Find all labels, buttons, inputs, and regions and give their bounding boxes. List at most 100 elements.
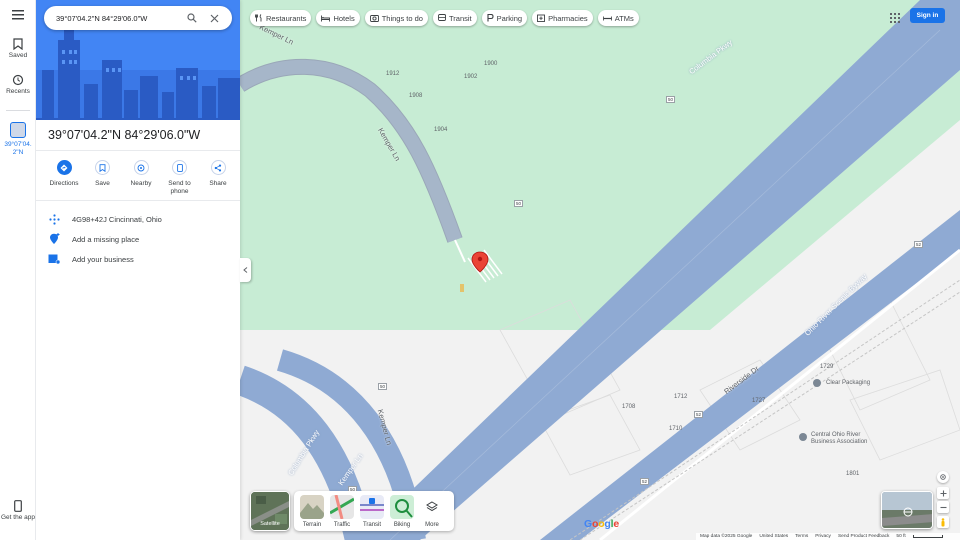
menu-button[interactable] [0,10,36,22]
address-number: 1908 [409,93,423,99]
google-apps-button[interactable] [890,10,900,28]
sign-in-button[interactable]: Sign in [910,8,945,23]
search-button[interactable] [184,10,200,26]
bed-icon [321,15,331,21]
map-footer: Map data ©2025 Google United States Term… [696,533,960,540]
send-to-phone-label: Send to phone [168,180,191,195]
chip-transit[interactable]: Transit [432,10,477,26]
plus-code-icon [48,213,60,225]
recent-place-item[interactable]: 39°07'04. 2"N [0,122,36,157]
address-number: 1710 [669,426,683,432]
add-business-icon [48,254,60,264]
nearby-button[interactable]: Nearby [123,160,159,196]
share-icon [214,164,222,171]
poi-label-business-association[interactable]: Central Ohio River Business Association [811,432,867,446]
bookmark-icon [13,38,23,50]
add-missing-place-row[interactable]: Add a missing place [48,231,238,247]
satellite-layer-button[interactable]: Satellite [250,491,290,531]
get-app-label: Get the app [1,514,35,521]
poi-label-clear-packaging[interactable]: Clear Packaging [826,380,870,387]
panel-divider [36,200,240,201]
map-canvas[interactable]: Kemper Ln Kemper Ln Columbia Pkwy Columb… [240,0,960,540]
transit-thumbnail-icon [360,498,384,511]
directions-button[interactable]: Directions [46,160,82,196]
share-label: Share [209,180,227,187]
hamburger-icon [12,10,24,20]
bookmark-icon [99,163,106,172]
terrain-thumbnail-icon [300,503,324,519]
nearby-label: Nearby [130,180,152,187]
layers-icon [426,501,438,512]
pharmacy-icon [537,14,546,22]
panel-divider [36,150,240,151]
zoom-in-button[interactable] [937,487,949,499]
chip-atms[interactable]: ATMs [597,10,639,26]
share-button[interactable]: Share [200,160,236,196]
search-box [44,6,232,30]
chevron-left-icon [243,267,248,273]
poi-clear-packaging-dot [813,379,821,387]
scale-label[interactable]: 50 ft [896,534,905,539]
train-icon [438,14,446,21]
chip-label: Parking [496,13,523,23]
layer-more[interactable]: More [420,495,444,531]
biking-thumbnail-icon [395,499,413,518]
add-business-row[interactable]: Add your business [48,251,238,267]
chip-parking[interactable]: Parking [481,10,528,26]
terms-link[interactable]: Terms [795,534,808,539]
history-icon [12,74,24,86]
chip-things-to-do[interactable]: Things to do [364,10,428,26]
recents-button[interactable]: Recents [0,74,36,96]
layer-more-label: More [425,522,439,528]
chip-label: Pharmacies [548,13,588,23]
google-logo: Google [584,518,619,530]
chip-label: Hotels [333,13,355,23]
street-view-preview[interactable] [881,491,933,529]
address-number: 1727 [752,398,766,404]
feedback-link[interactable]: Send Product Feedback [838,534,889,539]
address-number: 1902 [464,74,478,80]
saved-button[interactable]: Saved [0,38,36,60]
save-button[interactable]: Save [85,160,121,196]
chip-label: Things to do [381,13,423,23]
fork-knife-icon [255,14,262,22]
pegman-button[interactable] [937,516,949,528]
send-to-phone-button[interactable]: Send to phone [162,160,198,196]
my-location-button[interactable] [937,471,949,483]
route-shield: 50 [514,200,523,207]
map-data-attribution: Map data ©2025 Google [700,534,753,539]
layer-transit-label: Transit [362,522,382,528]
traffic-thumbnail-icon [330,495,354,519]
layer-terrain[interactable]: Terrain [300,495,324,531]
chip-hotels[interactable]: Hotels [316,10,360,26]
chip-pharmacies[interactable]: Pharmacies [532,10,593,26]
search-input[interactable] [56,13,174,23]
satellite-label: Satellite [260,521,280,527]
address-number: 1712 [674,394,688,400]
my-location-icon [940,474,946,480]
address-number: 1912 [386,71,400,77]
left-rail: Saved Recents 39°07'04. 2"N Get the app [0,0,36,540]
chip-label: ATMs [614,13,634,23]
layer-transit[interactable]: Transit [360,495,384,531]
saved-label: Saved [8,52,28,59]
pegman-icon [941,517,945,526]
zoom-out-button[interactable] [937,501,949,513]
recent-place-label: 39°07'04. 2"N [4,141,32,156]
country-link[interactable]: United States [759,534,788,539]
atm-icon [602,16,612,20]
get-app-button[interactable]: Get the app [0,500,36,522]
layer-terrain-label: Terrain [302,522,322,528]
route-shield: 52 [914,241,923,248]
plus-code-row[interactable]: 4G98+42J Cincinnati, Ohio [48,211,238,227]
directions-label: Directions [49,180,79,187]
minus-icon [940,506,946,508]
clear-search-button[interactable] [206,10,222,26]
collapse-panel-button[interactable] [240,258,251,282]
address-number: 1900 [484,61,498,67]
privacy-link[interactable]: Privacy [815,534,831,539]
nearby-icon [137,164,145,171]
chip-restaurants[interactable]: Restaurants [250,10,312,26]
layer-traffic[interactable]: Traffic [330,495,354,531]
layer-biking[interactable]: Biking [390,495,414,531]
